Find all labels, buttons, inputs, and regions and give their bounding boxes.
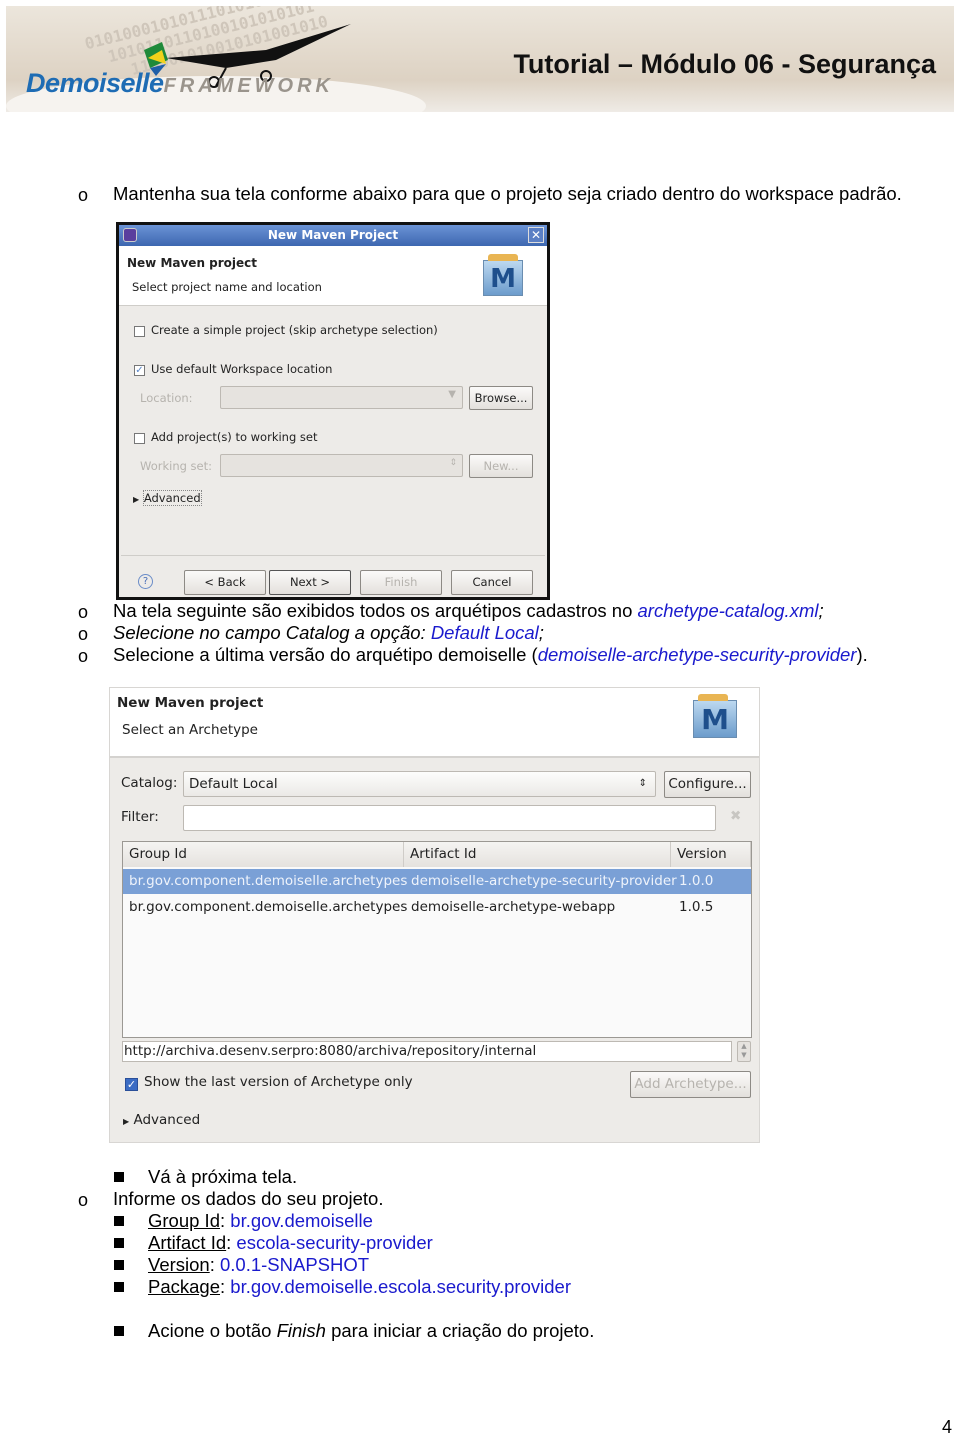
- dialog-subheading: Select an Archetype: [122, 722, 258, 738]
- simple-project-checkbox[interactable]: [134, 326, 145, 337]
- archetype-table: Group Id Artifact Id Version br.gov.comp…: [122, 841, 752, 1038]
- bullet-marker: o: [78, 185, 89, 205]
- expand-arrow-icon: ▶: [123, 1117, 130, 1126]
- logo: DemoiselleFRAMEWORK: [26, 68, 335, 98]
- location-label: Location:: [140, 391, 193, 405]
- configure-button[interactable]: Configure...: [664, 771, 751, 798]
- working-set-label: Working set:: [140, 459, 213, 473]
- window-title: New Maven Project: [267, 228, 399, 242]
- instruction-text: Informe os dados do seu projeto.: [113, 1188, 384, 1209]
- default-workspace-label: Use default Workspace location: [151, 362, 333, 376]
- dialog-banner: New Maven project Select an Archetype M: [110, 688, 759, 758]
- document-title: Tutorial – Módulo 06 - Segurança: [513, 49, 936, 79]
- table-row[interactable]: br.gov.component.demoiselle.archetypes d…: [123, 869, 751, 894]
- finish-button[interactable]: Finish: [360, 570, 442, 595]
- project-field-version: Version: 0.0.1-SNAPSHOT: [148, 1254, 370, 1275]
- filter-label: Filter:: [121, 809, 159, 825]
- catalog-select[interactable]: Default Local ⇕: [183, 771, 656, 797]
- select-archetype-dialog: New Maven project Select an Archetype M …: [109, 687, 760, 1143]
- instruction-text: Acione o botão Finish para iniciar a cri…: [148, 1320, 595, 1341]
- maven-icon: M: [693, 694, 737, 738]
- back-button[interactable]: < Back: [184, 570, 266, 595]
- column-header-artifact-id[interactable]: Artifact Id: [404, 842, 671, 867]
- maven-icon: M: [483, 254, 523, 296]
- working-set-combo[interactable]: ⇕: [220, 454, 463, 477]
- last-version-label: Show the last version of Archetype only: [144, 1074, 413, 1090]
- square-bullet: [114, 1238, 124, 1248]
- column-header-group-id[interactable]: Group Id: [123, 842, 404, 867]
- expand-arrow-icon: ▶: [133, 495, 140, 504]
- dialog-heading: New Maven project: [117, 695, 264, 711]
- instruction-text: Mantenha sua tela conforme abaixo para q…: [113, 183, 902, 204]
- bullet-marker: o: [78, 602, 89, 622]
- square-bullet: [114, 1282, 124, 1292]
- dialog-heading: New Maven project: [127, 256, 258, 270]
- instruction-text: Selecione a última versão do arquétipo d…: [113, 644, 868, 665]
- filter-input[interactable]: [183, 805, 716, 831]
- square-bullet: [114, 1172, 124, 1182]
- instruction-text: Na tela seguinte são exibidos todos os a…: [113, 600, 824, 621]
- new-maven-project-dialog: New Maven Project ✕ New Maven project Se…: [116, 222, 550, 600]
- bullet-marker: o: [78, 1190, 89, 1210]
- catalog-label: Catalog:: [121, 775, 178, 791]
- advanced-toggle[interactable]: ▶ Advanced: [123, 1112, 200, 1128]
- help-icon[interactable]: ?: [138, 574, 153, 589]
- location-combo[interactable]: ▼: [220, 386, 463, 409]
- column-header-version[interactable]: Version: [671, 842, 751, 867]
- add-archetype-button[interactable]: Add Archetype...: [630, 1071, 751, 1098]
- working-set-check-label: Add project(s) to working set: [151, 430, 318, 444]
- square-bullet: [114, 1260, 124, 1270]
- project-field-artifact-id: Artifact Id: escola-security-provider: [148, 1232, 433, 1253]
- advanced-toggle[interactable]: ▶ Advanced: [133, 490, 202, 506]
- page-header-banner: 0101000101011101010100 10101101101001010…: [6, 6, 954, 112]
- close-button[interactable]: ✕: [528, 227, 544, 243]
- title-bar: New Maven Project ✕: [119, 225, 547, 246]
- clear-filter-icon[interactable]: ✖: [730, 808, 741, 824]
- project-field-group-id: Group Id: br.gov.demoiselle: [148, 1210, 373, 1231]
- url-scroll-arrows[interactable]: ▲ ▼: [737, 1041, 751, 1062]
- simple-project-label: Create a simple project (skip archetype …: [151, 323, 438, 337]
- instruction-text: Vá à próxima tela.: [148, 1166, 298, 1187]
- cancel-button[interactable]: Cancel: [451, 570, 533, 595]
- bullet-marker: o: [78, 646, 89, 666]
- table-row[interactable]: br.gov.component.demoiselle.archetypes d…: [123, 895, 751, 920]
- last-version-checkbox[interactable]: ✓: [125, 1078, 138, 1091]
- eclipse-icon: [123, 228, 137, 242]
- square-bullet: [114, 1216, 124, 1226]
- bullet-marker: o: [78, 624, 89, 644]
- dialog-banner: New Maven project Select project name an…: [119, 246, 547, 306]
- repository-url-field[interactable]: http://archiva.desenv.serpro:8080/archiv…: [122, 1041, 732, 1062]
- project-field-package: Package: br.gov.demoiselle.escola.securi…: [148, 1276, 571, 1297]
- instruction-text: Selecione no campo Catalog a opção: Defa…: [113, 622, 544, 643]
- working-set-checkbox[interactable]: [134, 433, 145, 444]
- new-working-set-button[interactable]: New...: [469, 454, 533, 478]
- spinner-arrows-icon: ⇕: [638, 778, 647, 789]
- browse-button[interactable]: Browse...: [469, 386, 533, 410]
- square-bullet: [114, 1326, 124, 1336]
- dialog-subheading: Select project name and location: [132, 280, 322, 294]
- next-button[interactable]: Next >: [269, 570, 351, 595]
- default-workspace-checkbox[interactable]: ✓: [134, 365, 145, 376]
